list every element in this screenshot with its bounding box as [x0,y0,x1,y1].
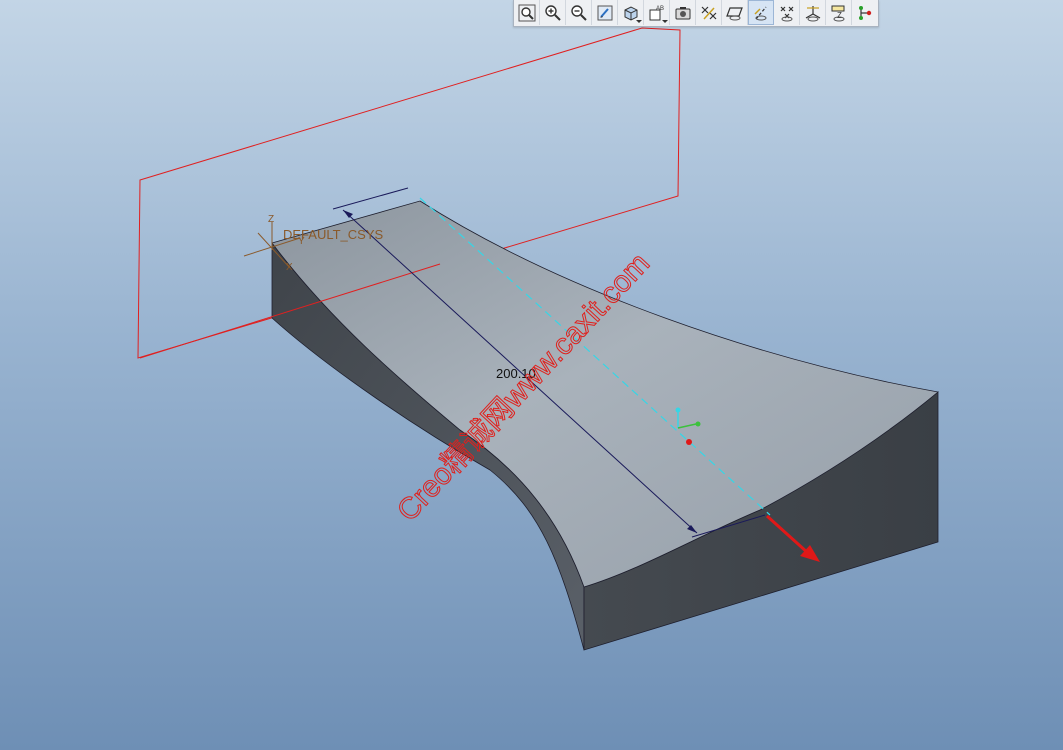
plane-display-icon [725,6,743,20]
shaded-cube-icon [624,5,637,21]
zoom-out-button[interactable] [566,0,592,25]
annotation-display-icon: Z [831,5,844,21]
view-manager-icon [675,6,690,19]
model-scene[interactable]: 200.10 Z Y X DEFAULT_CSYS Creo精诚网www.cax… [0,0,1063,750]
csys-label: DEFAULT_CSYS [283,227,384,242]
zoom-out-icon [570,4,587,21]
saved-views-icon: AB [649,6,664,20]
csys-z-label: Z [268,214,274,225]
dropdown-arrow-icon [662,20,668,23]
plane-display-button[interactable] [722,0,748,25]
display-style-button[interactable] [618,0,644,25]
csys-display-icon [805,5,820,21]
view-toolbar: AB Z [513,0,879,27]
svg-text:Z: Z [837,11,842,20]
repaint-icon [597,5,612,20]
point-display-icon [780,6,793,21]
zoom-fit-button[interactable] [514,0,540,25]
spin-center-icon [859,5,872,20]
csys-x-label: X [286,262,293,273]
svg-text:AB: AB [656,6,664,12]
datum-display-button[interactable] [696,0,722,25]
graphics-window[interactable]: 200.10 Z Y X DEFAULT_CSYS Creo精诚网www.cax… [0,0,1063,750]
zoom-in-icon [544,4,561,21]
repaint-button[interactable] [592,0,618,25]
spin-center-button[interactable] [852,0,878,25]
axis-display-icon [754,6,767,20]
axis-display-button[interactable] [748,0,774,25]
csys-display-button[interactable] [800,0,826,25]
saved-views-button[interactable]: AB [644,0,670,25]
point-display-button[interactable] [774,0,800,25]
annotation-display-button[interactable]: Z [826,0,852,25]
view-manager-button[interactable] [670,0,696,25]
datum-display-icon [701,6,716,20]
dropdown-arrow-icon [636,20,642,23]
zoom-in-button[interactable] [540,0,566,25]
zoom-fit-icon [518,4,535,21]
